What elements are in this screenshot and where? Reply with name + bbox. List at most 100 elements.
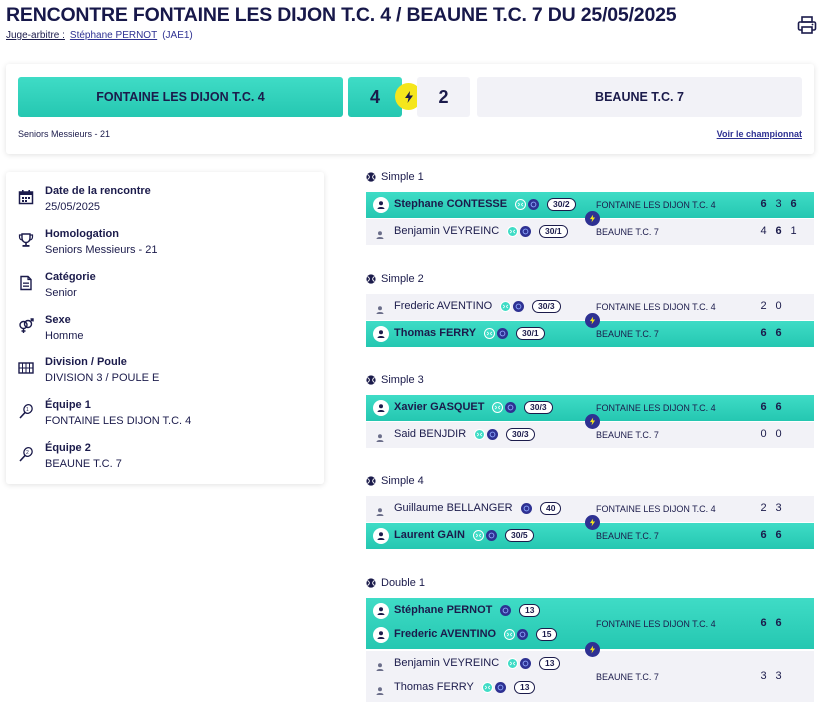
set-scores: 461 — [756, 225, 801, 237]
tennis-ball-icon — [366, 274, 376, 284]
set-score: 6 — [760, 529, 767, 541]
info-homologation-value: Seniors Messieurs - 21 — [45, 244, 158, 256]
set-score: 6 — [775, 616, 782, 629]
team-name: FONTAINE LES DIJON T.C. 4 — [596, 618, 716, 629]
away-score: 2 — [417, 77, 470, 117]
set-scores: 00 — [756, 428, 786, 440]
ranking-badge: 15 — [536, 628, 558, 641]
tennis-badge-icon — [484, 328, 495, 339]
set-score: 2 — [760, 502, 767, 514]
away-team-button[interactable]: BEAUNE T.C. 7 — [477, 77, 802, 117]
ranking-badge: 13 — [519, 604, 541, 617]
federation-badge-icon — [497, 328, 508, 339]
set-score: 6 — [775, 401, 782, 413]
player-badges: 30/3 — [492, 401, 553, 414]
info-gender-value: Homme — [45, 330, 84, 342]
set-score: 0 — [775, 300, 782, 312]
user-icon — [375, 504, 385, 516]
set-scores: 33 — [756, 670, 786, 682]
player-badges: 15 — [504, 628, 558, 641]
set-scores: 20 — [756, 300, 786, 312]
svg-text:2: 2 — [26, 450, 29, 456]
championship-link[interactable]: Voir le championnat — [717, 129, 802, 139]
player-name-link[interactable]: Benjamin VEYREINC — [394, 225, 499, 237]
match-title: Double 1 — [366, 577, 425, 589]
set-score: 2 — [760, 300, 767, 312]
team-name: BEAUNE T.C. 7 — [596, 227, 659, 237]
tennis-badge-icon — [482, 682, 493, 693]
lightning-icon — [585, 642, 600, 657]
team-name: BEAUNE T.C. 7 — [596, 671, 659, 682]
lightning-icon — [585, 515, 600, 530]
tennis-badge-icon — [473, 530, 484, 541]
set-score: 3 — [775, 502, 782, 514]
set-score: 6 — [775, 529, 782, 541]
federation-badge-icon — [513, 301, 524, 312]
federation-badge-icon — [495, 682, 506, 693]
set-score: 3 — [760, 669, 767, 682]
federation-badge-icon — [517, 629, 528, 640]
player-name-link[interactable]: Xavier GASQUET — [394, 401, 484, 413]
ranking-badge: 13 — [539, 657, 561, 670]
player-name-link[interactable]: Stephane CONTESSE — [394, 198, 507, 210]
info-team-2-label: Équipe 2 — [45, 442, 91, 454]
player-badges: 30/1 — [484, 327, 545, 340]
print-button[interactable] — [796, 14, 818, 36]
info-category: Catégorie Senior — [6, 271, 306, 307]
tennis-badge-icon — [515, 199, 526, 210]
user-icon — [375, 659, 385, 671]
info-homologation: Homologation Seniors Messieurs - 21 — [6, 228, 306, 264]
match-title-label: Simple 2 — [381, 273, 424, 285]
tennis-badge-icon — [507, 658, 518, 669]
set-score: 4 — [760, 225, 767, 237]
ranking-badge: 13 — [514, 681, 536, 694]
calendar-icon — [18, 190, 34, 205]
ranking-badge: 30/3 — [532, 300, 561, 313]
ranking-badge: 30/1 — [516, 327, 545, 340]
info-category-value: Senior — [45, 287, 77, 299]
player-name-link[interactable]: Frederic AVENTINO — [394, 628, 496, 640]
user-icon — [373, 603, 389, 619]
tennis-ball-icon — [366, 578, 376, 588]
referee-name-link[interactable]: Stéphane PERNOT — [70, 30, 157, 41]
federation-badge-icon — [505, 402, 516, 413]
match-title-label: Double 1 — [381, 577, 426, 589]
federation-badge-icon — [528, 199, 539, 210]
user-icon — [373, 197, 389, 213]
team-name: FONTAINE LES DIJON T.C. 4 — [596, 504, 716, 514]
set-score: 1 — [790, 225, 797, 237]
set-score: 3 — [775, 198, 782, 210]
player-name-link[interactable]: Thomas FERRY — [394, 327, 476, 339]
ranking-badge: 30/5 — [505, 529, 534, 542]
player-name-link[interactable]: Guillaume BELLANGER — [394, 502, 513, 514]
player-name-link[interactable]: Stéphane PERNOT — [394, 604, 492, 616]
match-title: Simple 4 — [366, 475, 424, 487]
player-name-link[interactable]: Thomas FERRY — [394, 681, 474, 693]
match-title: Simple 2 — [366, 273, 424, 285]
info-team-1-label: Équipe 1 — [45, 399, 91, 411]
player-name-link[interactable]: Benjamin VEYREINC — [394, 657, 499, 669]
player-name-link[interactable]: Frederic AVENTINO — [394, 300, 492, 312]
lightning-icon — [585, 414, 600, 429]
match-title: Simple 1 — [366, 171, 424, 183]
info-gender-label: Sexe — [45, 314, 71, 326]
set-score: 6 — [775, 327, 782, 339]
player-name-link[interactable]: Laurent GAIN — [394, 529, 465, 541]
user-icon — [373, 528, 389, 544]
player-badges: 30/1 — [507, 225, 568, 238]
set-score: 6 — [760, 327, 767, 339]
info-gender: Sexe Homme — [6, 314, 306, 350]
match-info-card: Date de la rencontre 25/05/2025 Homologa… — [6, 172, 324, 484]
ranking-badge: 30/1 — [539, 225, 568, 238]
info-division-value: DIVISION 3 / POULE E — [45, 372, 160, 384]
home-team-button[interactable]: FONTAINE LES DIJON T.C. 4 — [18, 77, 343, 117]
info-team-2: 2 Équipe 2 BEAUNE T.C. 7 — [6, 442, 306, 478]
info-date: Date de la rencontre 25/05/2025 — [6, 185, 306, 221]
federation-badge-icon — [487, 429, 498, 440]
tennis-ball-icon — [366, 476, 376, 486]
player-name-link[interactable]: Said BENJDIR — [394, 428, 466, 440]
lightning-icon — [585, 313, 600, 328]
match-title-label: Simple 3 — [381, 374, 424, 386]
tennis-ball-icon — [366, 375, 376, 385]
match-title-label: Simple 1 — [381, 171, 424, 183]
